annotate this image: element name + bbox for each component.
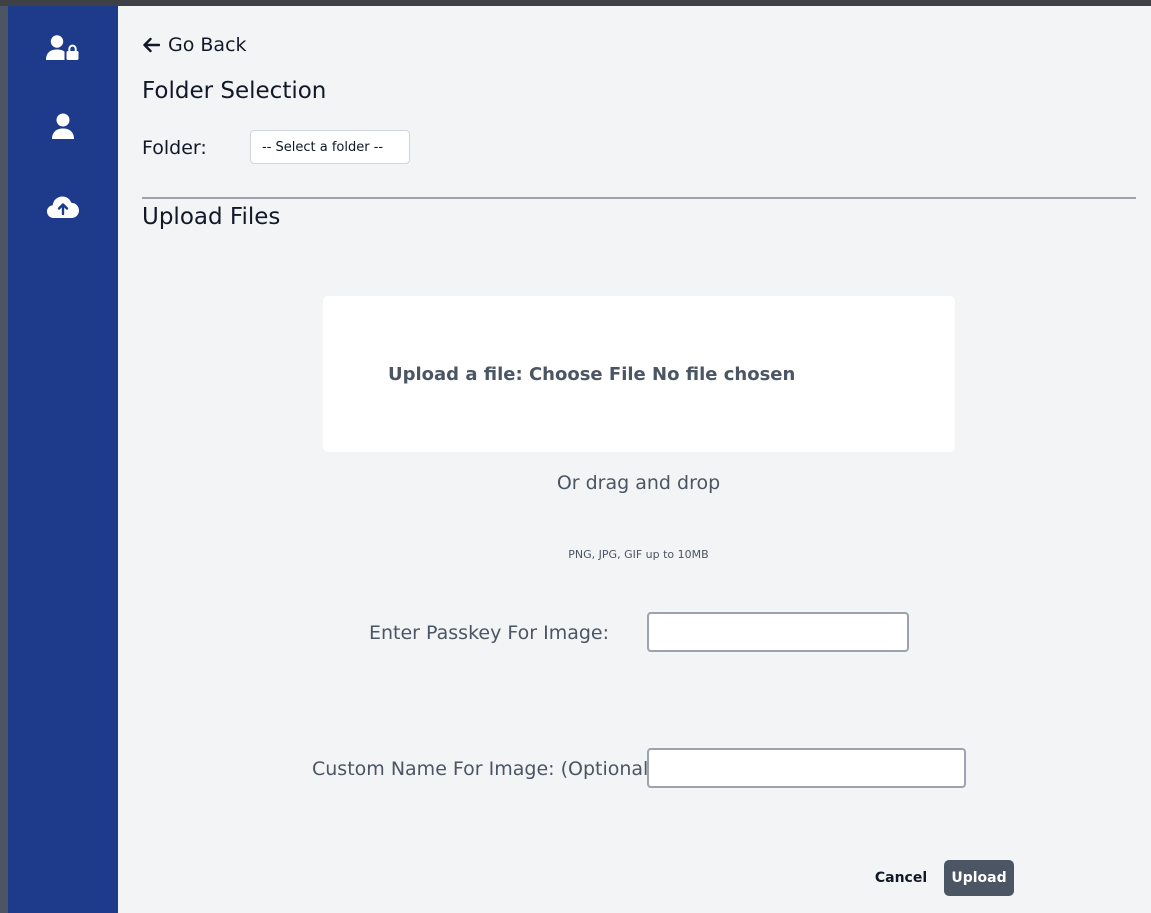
folder-section-title: Folder Selection xyxy=(142,78,327,104)
upload-section-title: Upload Files xyxy=(142,204,281,230)
file-status: No file chosen xyxy=(652,364,796,385)
folder-select[interactable]: -- Select a folder -- xyxy=(250,130,410,164)
window-left-edge xyxy=(0,6,8,913)
sidebar xyxy=(8,6,118,913)
custom-name-label: Custom Name For Image: (Optional) xyxy=(312,758,656,780)
user-icon[interactable] xyxy=(46,112,80,142)
folder-label: Folder: xyxy=(142,137,207,159)
cancel-button[interactable]: Cancel xyxy=(866,861,936,895)
upload-file-label: Upload a file: xyxy=(388,364,523,385)
go-back-link[interactable]: Go Back xyxy=(142,34,247,56)
main-content: Go Back Folder Selection Folder: -- Sele… xyxy=(118,6,1151,913)
drag-drop-text: Or drag and drop xyxy=(556,472,721,494)
section-divider xyxy=(142,197,1136,199)
upload-dropzone[interactable]: Upload a file: Choose File No file chose… xyxy=(323,296,955,452)
passkey-label: Enter Passkey For Image: xyxy=(369,622,610,644)
folder-select-value: -- Select a folder -- xyxy=(262,139,384,155)
file-type-hint: PNG, JPG, GIF up to 10MB xyxy=(568,548,709,561)
passkey-input[interactable] xyxy=(647,612,909,652)
file-upload-row: Upload a file: Choose File No file chose… xyxy=(388,364,795,385)
go-back-label: Go Back xyxy=(168,34,247,56)
choose-file-button[interactable]: Choose File xyxy=(529,364,646,385)
cloud-upload-icon[interactable] xyxy=(46,192,80,222)
user-lock-icon[interactable] xyxy=(46,33,80,63)
custom-name-input[interactable] xyxy=(647,748,966,788)
upload-button[interactable]: Upload xyxy=(944,860,1014,896)
arrow-left-icon xyxy=(143,37,160,53)
